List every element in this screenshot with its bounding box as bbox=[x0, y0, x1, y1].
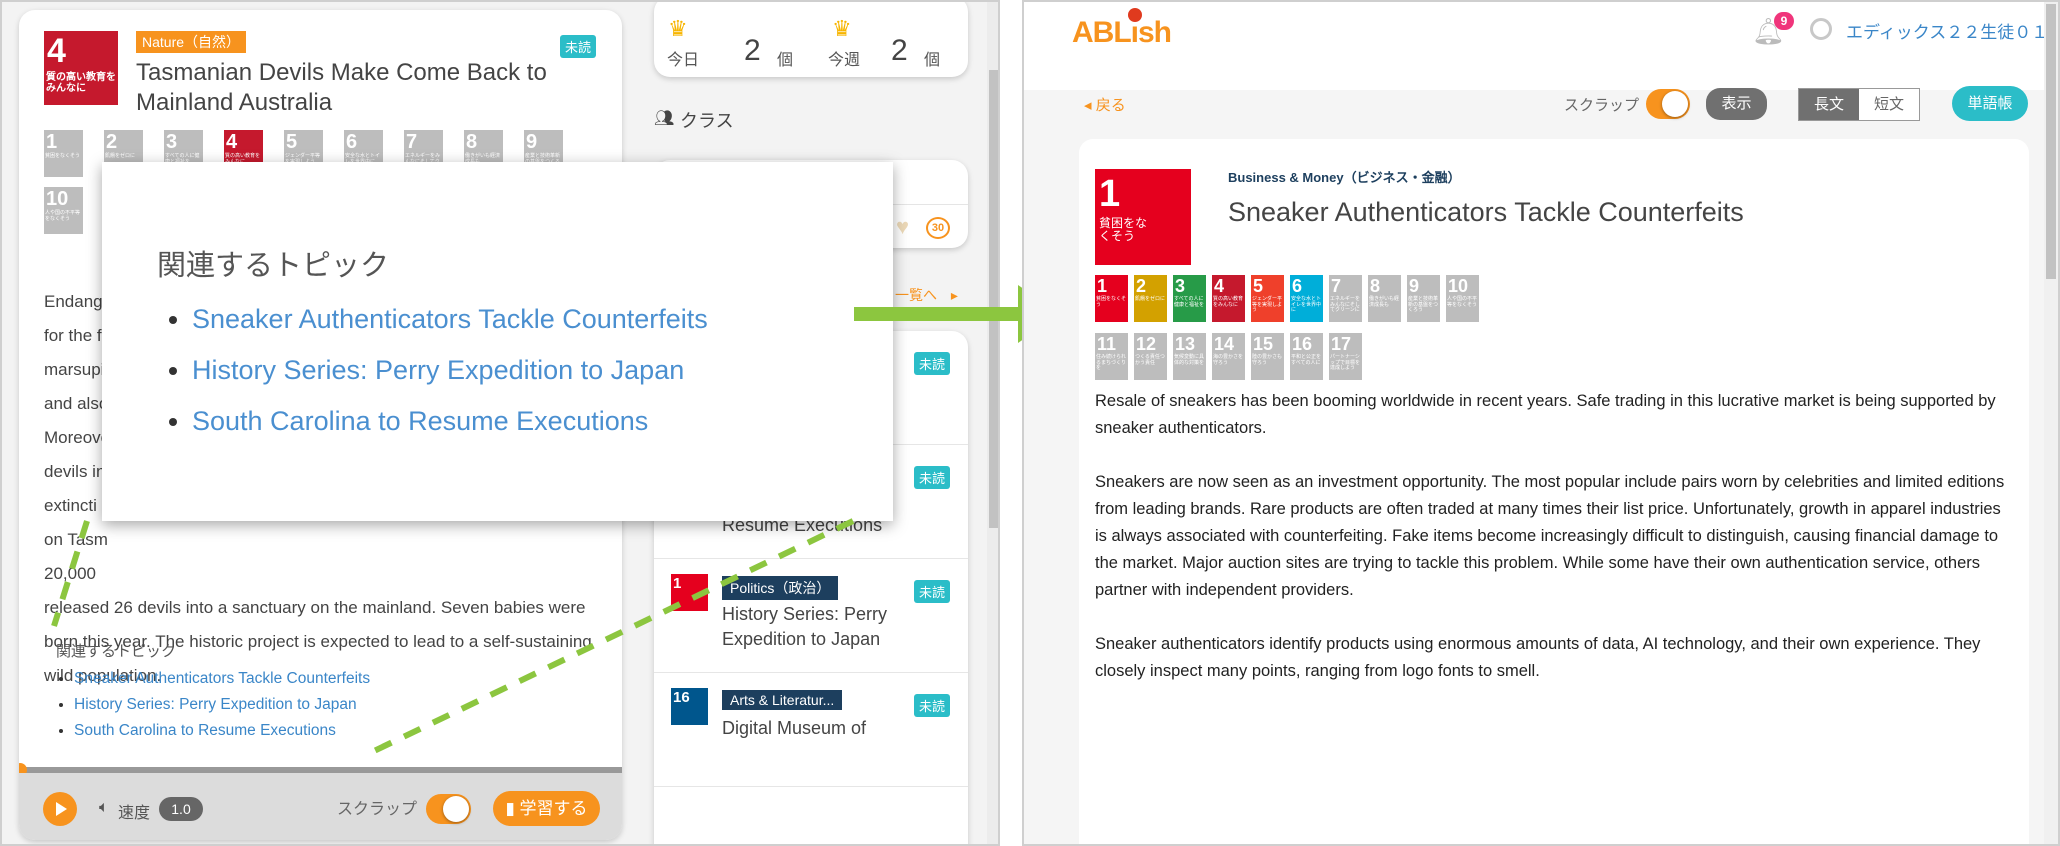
sdg-tile-number: 5 bbox=[1253, 276, 1264, 296]
notification-badge: 9 bbox=[1774, 12, 1794, 30]
left-screen: 4 質の高い教育をみんなに Nature（自然） 未読 Tasmanian De… bbox=[0, 0, 1000, 846]
sdg-tile[interactable]: 17 パートナーシップで目標を達成しよう bbox=[1329, 333, 1362, 380]
article-card: 1 貧困をなくそう Business & Money（ビジネス・金融） Snea… bbox=[1079, 139, 2029, 844]
user-icon[interactable] bbox=[1810, 18, 1832, 40]
sdg-tile[interactable]: 15 陸の豊かさも守ろう bbox=[1251, 333, 1284, 380]
sdg-tile[interactable]: 16 平和と公正をすべての人に bbox=[1290, 333, 1323, 380]
sdg-tile[interactable]: 12 つくる責任つかう責任 bbox=[1134, 333, 1167, 380]
sdg-tile-number: 12 bbox=[1136, 334, 1157, 354]
sdg-tile-number: 7 bbox=[1331, 276, 1342, 296]
sdg-tile[interactable]: 9産業と技術革新の基盤をつくろう bbox=[1407, 275, 1440, 322]
sdg-tile-number: 9 bbox=[1409, 276, 1420, 296]
show-button[interactable]: 表示 bbox=[1706, 88, 1767, 120]
sdg-tile-number: 2 bbox=[1136, 276, 1147, 296]
sdg-tile[interactable]: 4質の高い教育をみんなに bbox=[1212, 275, 1245, 322]
paragraph: Sneakers are now seen as an investment o… bbox=[1095, 473, 2005, 599]
sdg-main-badge: 1 貧困をなくそう bbox=[1095, 169, 1191, 265]
vocabulary-button[interactable]: 単語帳 bbox=[1952, 86, 2028, 121]
sdg-tile-number: 11 bbox=[1097, 334, 1117, 354]
sdg-tile-label: パートナーシップで目標を達成しよう bbox=[1330, 354, 1361, 371]
chevron-left-icon: ◂ bbox=[1084, 97, 1096, 114]
callout-dashed-lines bbox=[51, 518, 855, 754]
sdg-tile-label: 人や国の不平等をなくそう bbox=[1447, 296, 1478, 308]
sdg-tile-label: 気候変動に具体的な対策を bbox=[1174, 354, 1205, 366]
sdg-tile-label: ジェンダー平等を実現しよう bbox=[1252, 296, 1283, 313]
sdg-tile[interactable]: 13 気候変動に具体的な対策を bbox=[1173, 333, 1206, 380]
sdg-tile-label: 質の高い教育をみんなに bbox=[1213, 296, 1244, 308]
logo[interactable]: ABLı sh bbox=[1072, 8, 1172, 50]
sdg-tile[interactable]: 10 人や国の不平等をなくそう bbox=[1446, 275, 1479, 322]
sdg-tile-number: 4 bbox=[1214, 276, 1225, 296]
sdg-tile[interactable]: 3すべての人に健康と福祉を bbox=[1173, 275, 1206, 322]
short-button[interactable]: 短文 bbox=[1859, 89, 1919, 120]
sdg-tile-label: 住み続けられるまちづくりを bbox=[1096, 354, 1127, 371]
sdg-tile-label: 飢餓をゼロに bbox=[1135, 296, 1166, 302]
sdg-tile-label: つくる責任つかう責任 bbox=[1135, 354, 1165, 366]
sdg-tile[interactable]: 6安全な水とトイレを世界中に bbox=[1290, 275, 1323, 322]
length-toggle: 長文 短文 bbox=[1798, 88, 1920, 121]
sdg-tile[interactable]: 5ジェンダー平等を実現しよう bbox=[1251, 275, 1284, 322]
scrollbar[interactable] bbox=[2044, 2, 2058, 844]
paragraph: Sneaker authenticators identify products… bbox=[1095, 635, 1981, 680]
scrap-toggle[interactable] bbox=[1646, 89, 1690, 119]
sdg-tile-label: 陸の豊かさも守ろう bbox=[1252, 354, 1283, 366]
sdg-tile-number: 6 bbox=[1292, 276, 1303, 296]
sdg-tile-label: 働きがいも経済成長も bbox=[1369, 296, 1400, 308]
sdg-tile-label: 貧困をなくそう bbox=[1096, 296, 1127, 308]
sdg-tile-label: 平和と公正をすべての人に bbox=[1291, 354, 1322, 366]
category-label: Business & Money（ビジネス・金融） bbox=[1228, 170, 1461, 185]
sdg-tile-number: 10 bbox=[1448, 276, 1469, 296]
sdg-tile-number: 14 bbox=[1214, 334, 1235, 354]
user-name[interactable]: エディックス２２生徒０１ bbox=[1846, 18, 2048, 43]
sdg-tile[interactable]: 7エネルギーをみんなにそしてクリーンに bbox=[1329, 275, 1362, 322]
article-title: Sneaker Authenticators Tackle Counterfei… bbox=[1228, 197, 1744, 227]
paragraph: Resale of sneakers has been booming worl… bbox=[1095, 392, 1996, 437]
sdg-tile-label: すべての人に健康と福祉を bbox=[1174, 296, 1205, 308]
sdg-tile-number: 16 bbox=[1292, 334, 1313, 354]
sdg-tile[interactable]: 11 住み続けられるまちづくりを bbox=[1095, 333, 1128, 380]
long-button[interactable]: 長文 bbox=[1799, 89, 1859, 120]
header: ABLı sh 🔔︎ 9 エディックス２２生徒０１ bbox=[1024, 2, 2058, 90]
sdg-tile-label: 産業と技術革新の基盤をつくろう bbox=[1408, 296, 1439, 313]
sdg-tile-number: 8 bbox=[1370, 276, 1381, 296]
sdg-tile[interactable]: 2 飢餓をゼロに bbox=[1134, 275, 1167, 322]
sdg-tile[interactable]: 8働きがいも経済成長も bbox=[1368, 275, 1401, 322]
back-button[interactable]: ◂ 戻る bbox=[1084, 94, 1126, 115]
sdg-tile-label: 海の豊かさを守ろう bbox=[1213, 354, 1244, 366]
scrap-label: スクラップ bbox=[1564, 97, 1640, 114]
sdg-tile-number: 15 bbox=[1253, 334, 1274, 354]
sdg-tile-number: 3 bbox=[1175, 276, 1186, 296]
sdg-tile-number: 17 bbox=[1331, 334, 1352, 354]
article-body: Resale of sneakers has been booming worl… bbox=[1095, 388, 2015, 712]
sdg-tile[interactable]: 1 貧困をなくそう bbox=[1095, 275, 1128, 322]
right-screen: ABLı sh 🔔︎ 9 エディックス２２生徒０１ ◂ 戻る スクラップ 表示 長… bbox=[1022, 0, 2060, 846]
sdg-tile[interactable]: 14 海の豊かさを守ろう bbox=[1212, 333, 1245, 380]
sdg-tile-number: 13 bbox=[1175, 334, 1196, 354]
sdg-tile-number: 1 bbox=[1097, 276, 1108, 296]
sdg-tile-label: エネルギーをみんなにそしてクリーンに bbox=[1330, 296, 1361, 313]
sdg-tile-label: 安全な水とトイレを世界中に bbox=[1291, 296, 1322, 313]
